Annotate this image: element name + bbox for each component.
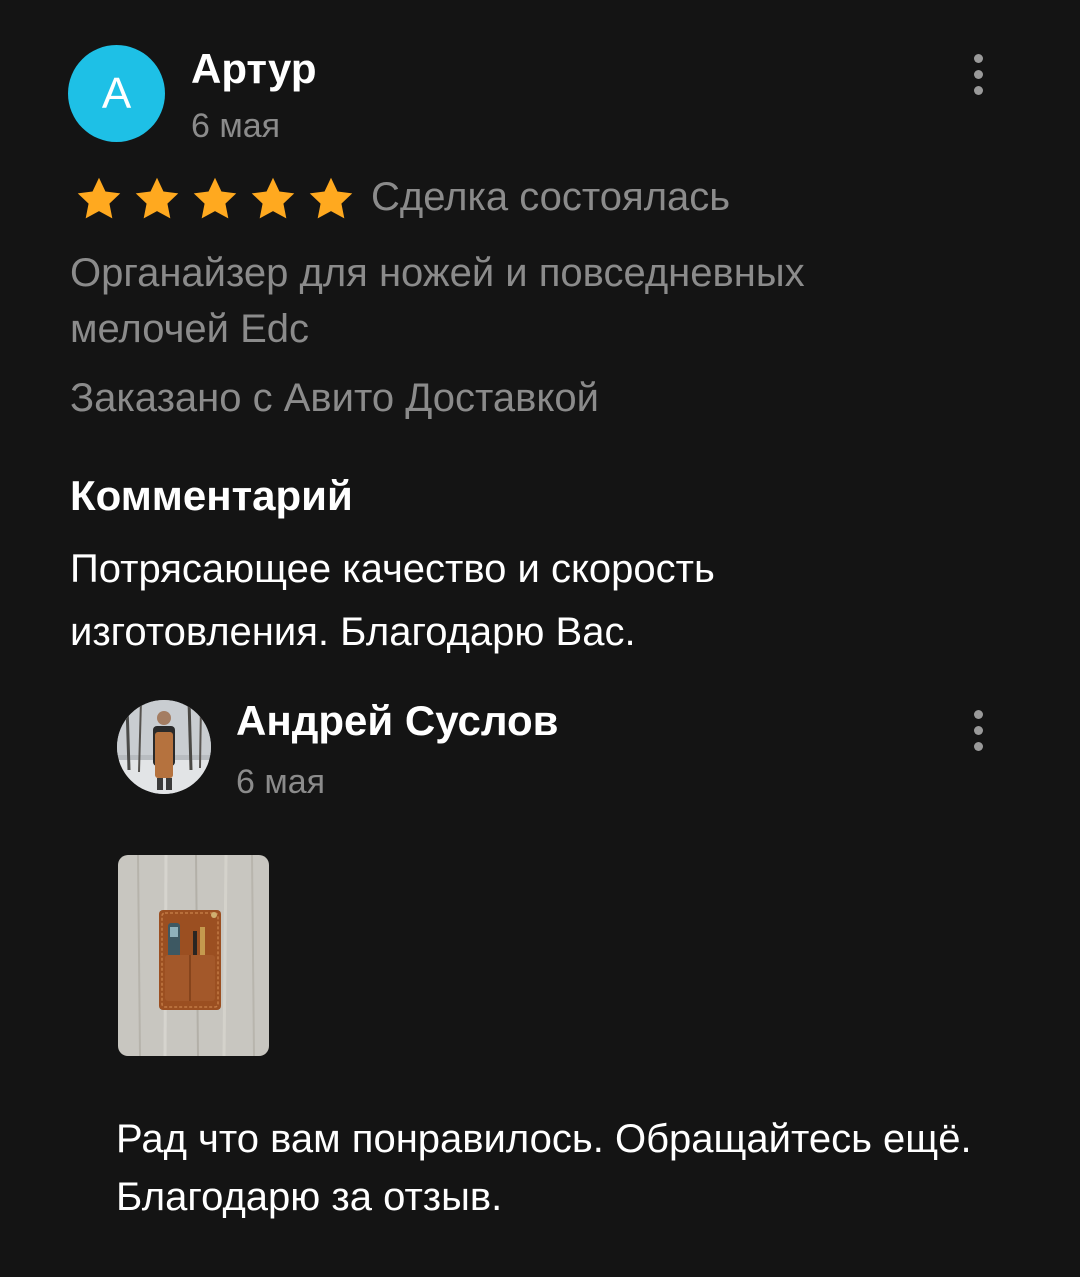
star-icon: [309, 177, 353, 219]
author-name[interactable]: Артур: [191, 44, 317, 94]
reply-text: Рад что вам понравилось. Обращайтесь ещё…: [116, 1117, 972, 1219]
organizer-photo: [118, 855, 269, 1056]
more-dot: [973, 741, 983, 751]
more-dot: [973, 69, 983, 79]
more-vertical-icon: [973, 53, 983, 63]
star-icon: [251, 177, 295, 219]
star-icon: [77, 177, 121, 219]
review-date: 6 мая: [191, 107, 281, 145]
more-dot: [973, 725, 983, 735]
seller-name[interactable]: Андрей Суслов: [236, 695, 558, 747]
seller-photo: [117, 700, 211, 794]
comment-heading: Комментарий: [70, 472, 353, 519]
seller-avatar[interactable]: [117, 700, 211, 794]
review-card: А Артур 6 мая Сделка состоялась Органайз…: [0, 0, 1080, 1277]
reply-more-button[interactable]: [958, 700, 998, 760]
more-dot: [973, 85, 983, 95]
star-icon: [193, 177, 237, 219]
author-avatar[interactable]: А: [68, 45, 165, 142]
deal-status: Сделка состоялась: [371, 175, 731, 219]
reply-date: 6 мая: [236, 763, 326, 801]
reply-photo-attachment[interactable]: [118, 855, 269, 1056]
review-more-button[interactable]: [958, 44, 998, 104]
comment-text: Потрясающее качество и скорость изготовл…: [70, 547, 715, 654]
rating-stars: [72, 174, 358, 224]
delivery-note: Заказано с Авито Доставкой: [70, 376, 599, 420]
author-initial: А: [101, 68, 132, 118]
item-title[interactable]: Органайзер для ножей и повседневных мело…: [70, 245, 970, 357]
more-vertical-icon: [973, 709, 983, 719]
star-icon: [135, 177, 179, 219]
